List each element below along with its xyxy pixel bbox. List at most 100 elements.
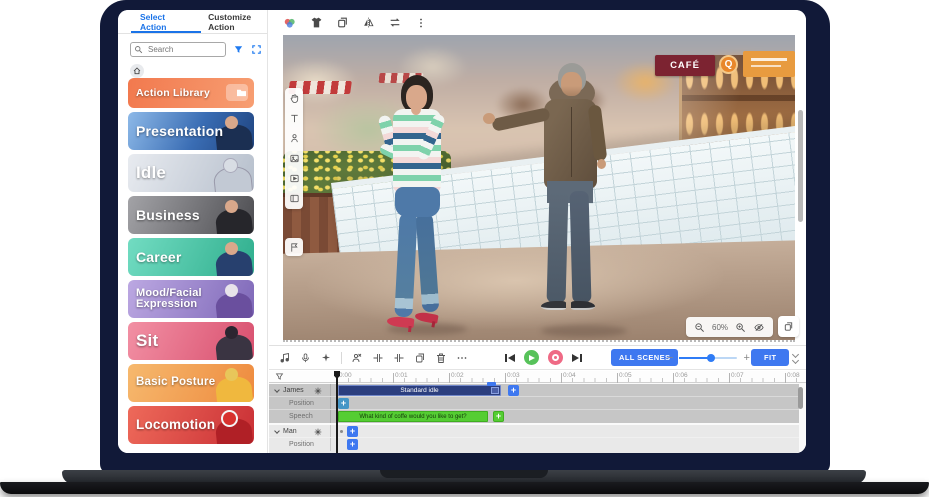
category-label: Idle: [128, 164, 166, 181]
track-row-position-man[interactable]: Position +: [269, 438, 799, 451]
ruler-label: 0:03: [507, 372, 520, 379]
zoom-out-icon[interactable]: [694, 322, 705, 333]
slider-track[interactable]: [679, 357, 737, 359]
tab-customize-action[interactable]: Customize Action: [208, 12, 267, 32]
ruler-label: 0:00: [339, 372, 352, 379]
visibility-icon[interactable]: [753, 322, 765, 333]
folder-icon: [226, 84, 248, 101]
search-input[interactable]: [146, 44, 224, 55]
chevron-down-icon[interactable]: [274, 428, 280, 434]
palette-icon[interactable]: [283, 16, 297, 30]
record-button[interactable]: [548, 350, 563, 365]
category-card-career[interactable]: Career: [128, 238, 254, 276]
audio-icon[interactable]: [279, 352, 291, 364]
character-part: [395, 187, 440, 217]
timeline-tracks: 0:00 0:01 0:02 0:03 0:04 0:05 0:06 0:07 …: [269, 371, 806, 453]
outfit-icon[interactable]: [310, 16, 323, 29]
mic-icon[interactable]: [300, 352, 311, 364]
character-mute-icon[interactable]: [351, 352, 363, 364]
track-header[interactable]: Man: [269, 425, 331, 437]
timeline-scrollbar[interactable]: [798, 387, 803, 409]
zoom-level: 60%: [712, 323, 728, 332]
category-card-action-library[interactable]: Action Library: [128, 78, 254, 108]
flag-tool-button[interactable]: [285, 238, 303, 256]
snapshot-button[interactable]: [778, 316, 799, 337]
clip-speech[interactable]: What kind of coffe would you like to get…: [338, 411, 488, 422]
effects-icon[interactable]: [320, 352, 332, 364]
track-filter-icon[interactable]: [275, 372, 284, 381]
video-icon[interactable]: [289, 173, 300, 184]
ruler-label: 0:01: [395, 372, 408, 379]
track-settings-icon[interactable]: [314, 387, 322, 395]
text-icon[interactable]: [289, 113, 300, 124]
action-sidebar: Select Action Customize Action: [118, 10, 268, 453]
home-button[interactable]: [130, 64, 144, 78]
character-james[interactable]: [353, 75, 483, 331]
play-button[interactable]: [524, 350, 539, 365]
chevron-down-icon[interactable]: [274, 387, 280, 393]
viewport-scrollbar[interactable]: [798, 110, 803, 222]
character-part: [414, 311, 438, 324]
character-icon[interactable]: [289, 133, 300, 144]
add-position-button[interactable]: +: [347, 439, 358, 450]
character-part: [411, 103, 421, 115]
category-card-presentation[interactable]: Presentation: [128, 112, 254, 150]
tab-select-action[interactable]: Select Action: [140, 12, 184, 32]
swap-icon[interactable]: [388, 16, 402, 29]
search-row: [130, 42, 259, 57]
flag-icon: [289, 242, 300, 253]
delete-icon[interactable]: [435, 352, 447, 364]
category-card-sit[interactable]: Sit: [128, 322, 254, 360]
zoom-in-icon[interactable]: [735, 322, 746, 333]
scene-canvas[interactable]: CAFÉ Q: [283, 35, 795, 340]
category-card-idle[interactable]: Idle: [128, 154, 254, 192]
clip-link-icon[interactable]: [491, 387, 499, 394]
panel-icon[interactable]: [289, 193, 300, 204]
track-row-man[interactable]: Man +: [269, 425, 799, 438]
track-row-position-james[interactable]: Position +: [269, 397, 799, 410]
slider-thumb[interactable]: [707, 354, 715, 362]
category-card-locomotion[interactable]: Locomotion: [128, 406, 254, 444]
track-settings-icon[interactable]: [314, 428, 322, 436]
character-part: [571, 301, 595, 310]
search-box[interactable]: [130, 42, 226, 57]
timeline-toolbar: ALL SCENES − + FIT: [269, 346, 806, 370]
collapse-timeline-button[interactable]: [793, 352, 798, 363]
track-row-james[interactable]: James Standard idle +: [269, 384, 799, 397]
category-label: Mood/Facial Expression: [128, 288, 254, 310]
clip-standard-idle[interactable]: Standard idle: [338, 385, 501, 396]
fit-button[interactable]: FIT: [751, 349, 789, 366]
trim-right-icon[interactable]: [393, 352, 405, 364]
category-card-business[interactable]: Business: [128, 196, 254, 234]
duplicate-icon[interactable]: [336, 16, 349, 29]
playhead[interactable]: [336, 371, 338, 453]
skip-end-button[interactable]: [572, 354, 582, 362]
ellipsis-icon[interactable]: [456, 352, 468, 364]
track-header[interactable]: James: [269, 384, 331, 396]
add-action-button[interactable]: +: [508, 385, 519, 396]
play-icon: [529, 355, 535, 361]
category-label: Presentation: [128, 124, 223, 138]
character-man[interactable]: [511, 63, 641, 325]
image-icon[interactable]: [289, 153, 300, 164]
category-card-basic-posture[interactable]: Basic Posture: [128, 364, 254, 402]
zoom-minus[interactable]: −: [667, 352, 673, 364]
expand-icon[interactable]: [251, 44, 262, 55]
category-card-mood-facial-expression[interactable]: Mood/Facial Expression: [128, 280, 254, 318]
laptop-base-notch: [380, 470, 548, 478]
add-speech-button[interactable]: +: [493, 411, 504, 422]
clip-add-handle[interactable]: [487, 382, 496, 386]
hand-icon[interactable]: [289, 93, 300, 104]
add-action-button[interactable]: +: [347, 426, 358, 437]
track-row-speech-james[interactable]: Speech What kind of coffe would you like…: [269, 410, 799, 423]
trim-left-icon[interactable]: [372, 352, 384, 364]
copy-icon[interactable]: [414, 352, 426, 364]
timeline-ruler[interactable]: 0:00 0:01 0:02 0:03 0:04 0:05 0:06 0:07 …: [269, 371, 806, 383]
mirror-icon[interactable]: [362, 16, 375, 29]
skip-start-button[interactable]: [505, 354, 515, 362]
add-position-button[interactable]: +: [338, 398, 349, 409]
more-icon[interactable]: [415, 17, 427, 29]
zoom-plus[interactable]: +: [743, 352, 749, 364]
category-label: Career: [128, 250, 182, 264]
filter-icon[interactable]: [233, 44, 244, 55]
